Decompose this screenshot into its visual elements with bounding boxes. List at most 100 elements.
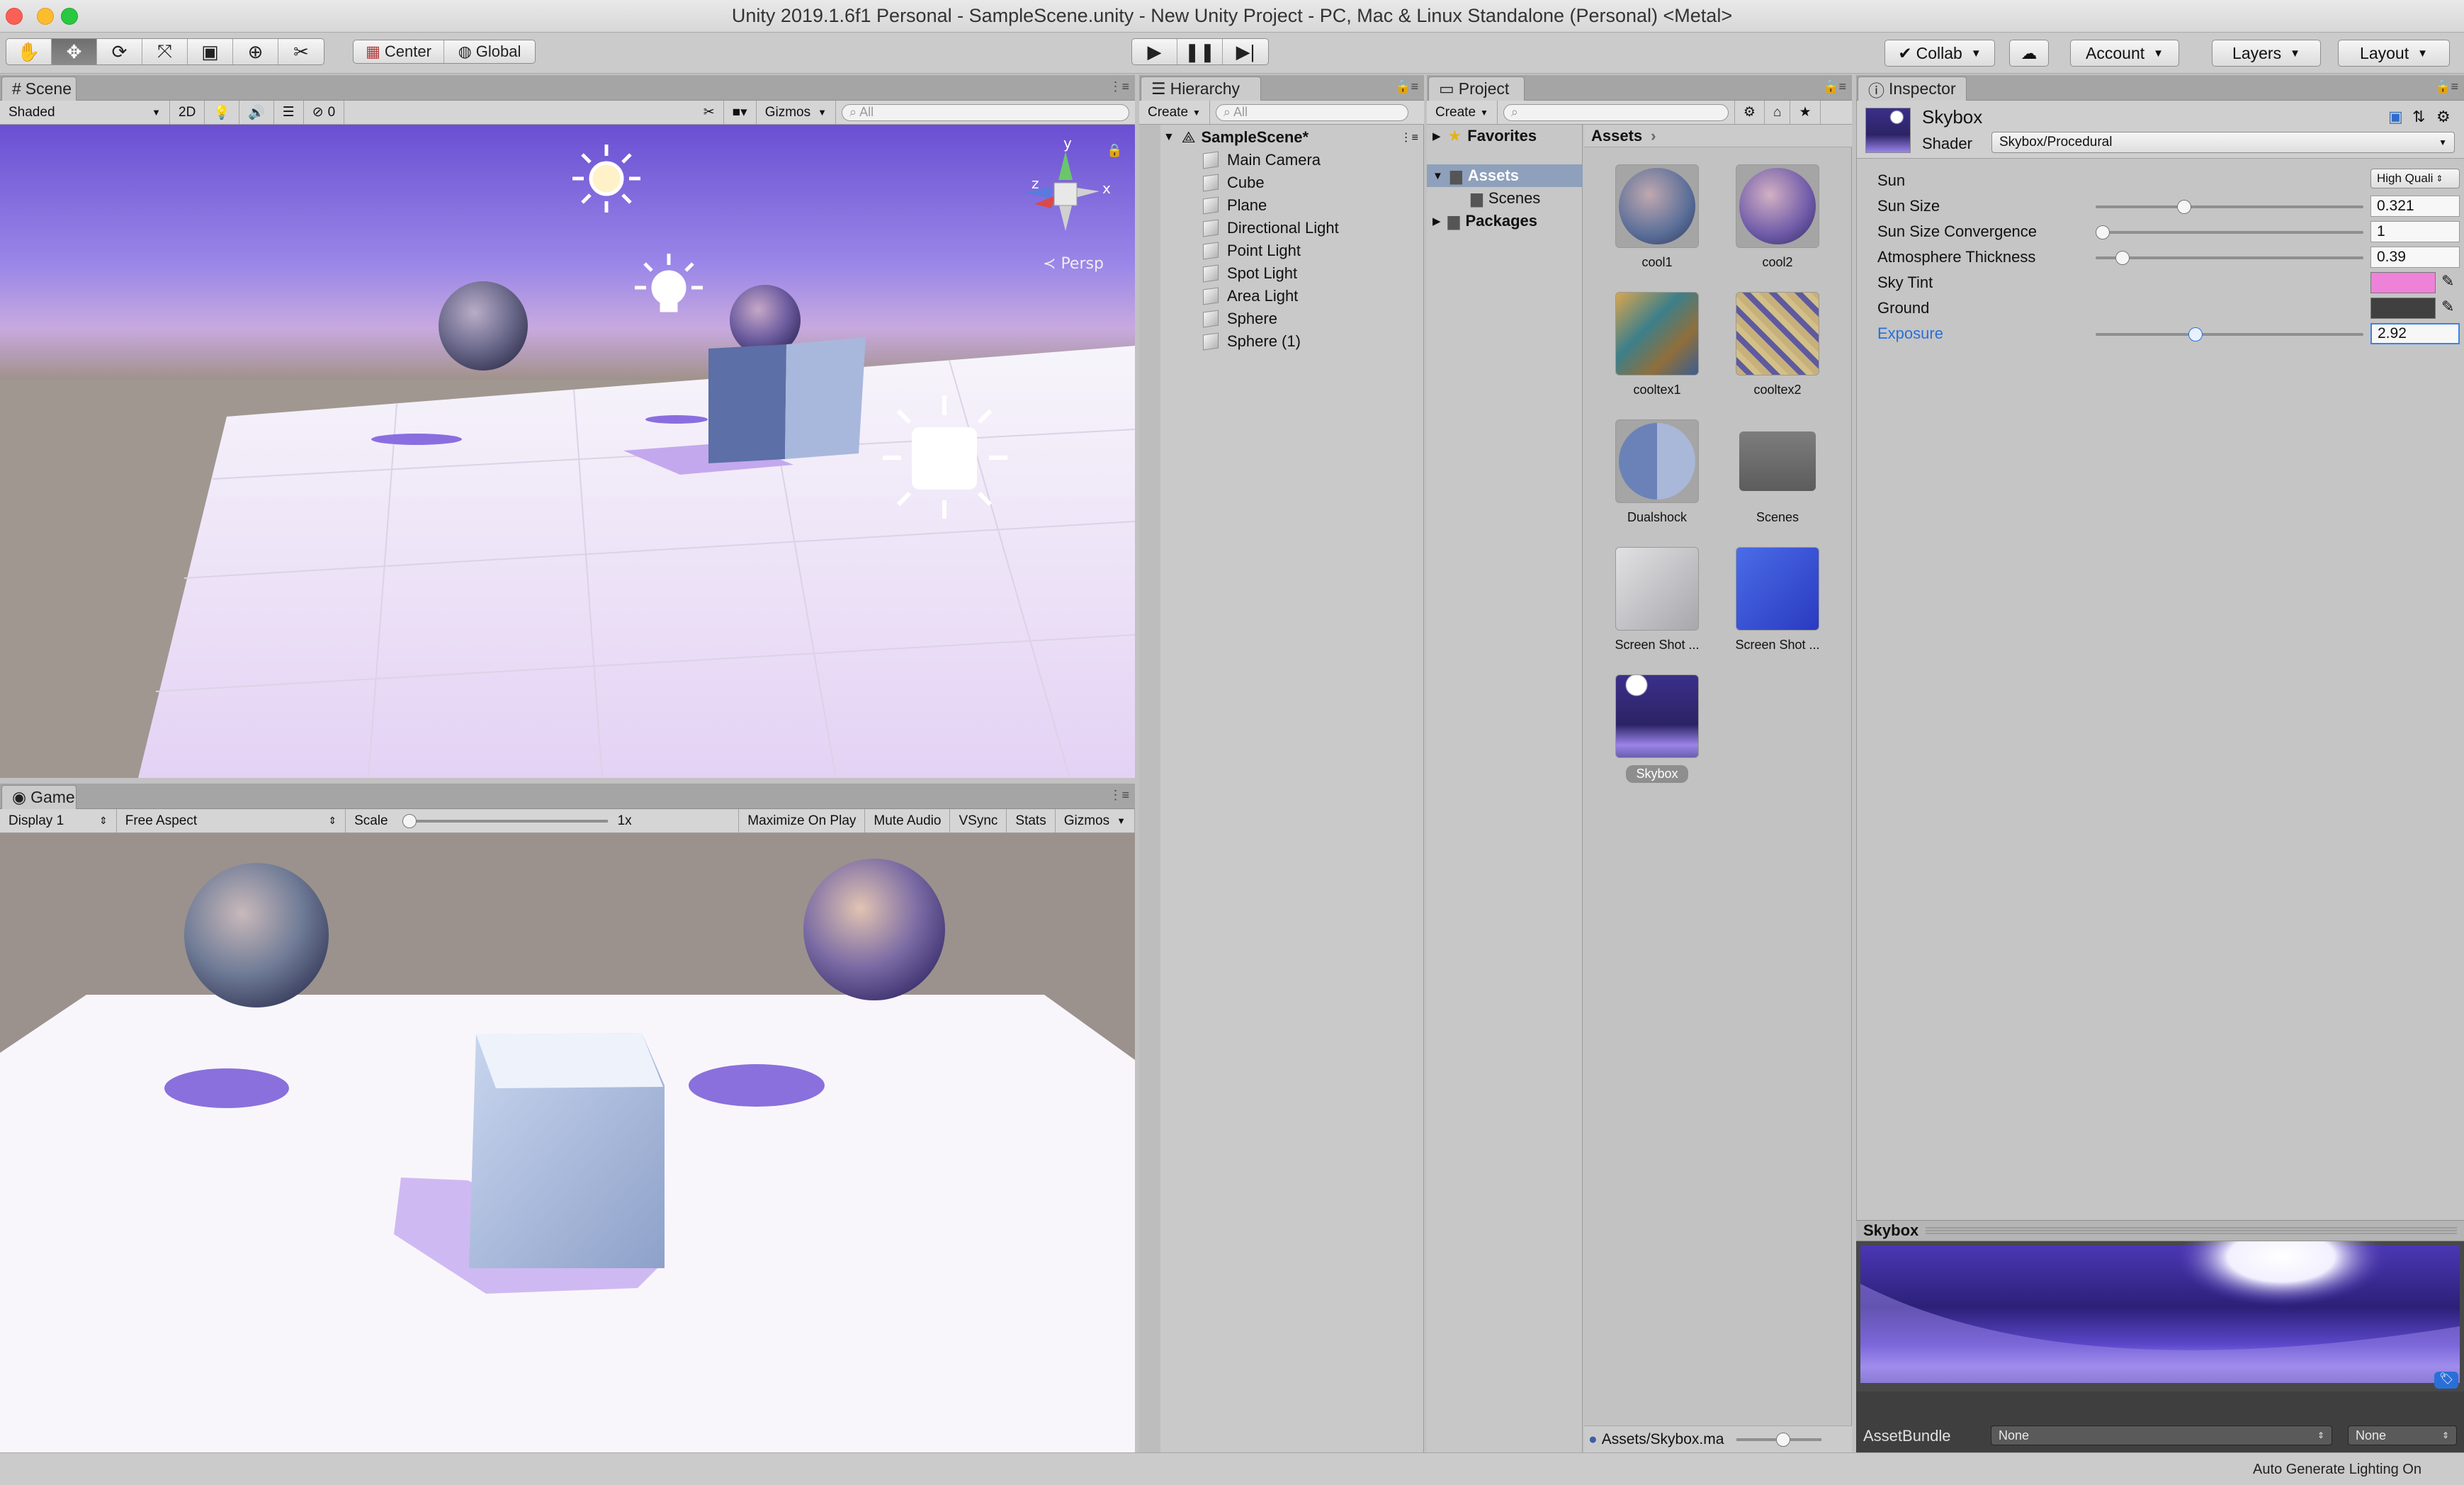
cloud-button[interactable]: ☁ (2009, 40, 2049, 67)
sun-size-convergence-field[interactable]: 1 (2370, 221, 2460, 242)
audio-toggle-icon[interactable]: 🔊 (239, 101, 274, 124)
account-dropdown[interactable]: Account ▼ (2070, 40, 2179, 67)
layout-dropdown[interactable]: Layout ▼ (2338, 40, 2450, 67)
lighting-toggle-icon[interactable]: 💡 (205, 101, 239, 124)
shader-dropdown[interactable]: Skybox/Procedural ▼ (1991, 132, 2455, 153)
display-dropdown[interactable]: Display 1 ⇕ (0, 809, 117, 832)
hierarchy-item-cube[interactable]: Cube (1203, 171, 1265, 194)
exposure-slider[interactable] (2096, 327, 2363, 341)
sun-size-convergence-slider[interactable] (2096, 225, 2363, 239)
tree-assets[interactable]: ▼ ▆ Assets (1427, 164, 1583, 187)
filter-by-type-icon[interactable]: ⚙ (1734, 101, 1765, 124)
panel-menu-icon[interactable]: ⋮≡ (1109, 788, 1129, 803)
atmosphere-thickness-slider[interactable] (2096, 251, 2363, 265)
atmosphere-thickness-field[interactable]: 0.39 (2370, 247, 2460, 268)
hierarchy-item-sphere[interactable]: Sphere (1203, 307, 1277, 330)
asset-cooltex1[interactable]: cooltex1 (1604, 292, 1710, 397)
projection-label[interactable]: ≺ Persp (1043, 255, 1104, 273)
atmosphere-thickness-knob[interactable] (2115, 251, 2130, 265)
breadcrumb-assets[interactable]: Assets (1591, 127, 1642, 145)
tree-packages[interactable]: ▶ ▆ Packages (1432, 210, 1537, 232)
project-search-input[interactable]: ⌕ (1503, 103, 1729, 121)
pivot-global-button[interactable]: ◍ Global (444, 40, 535, 63)
asset-cool1[interactable]: cool1 (1604, 164, 1710, 270)
hierarchy-item-area-light[interactable]: Area Light (1203, 285, 1298, 307)
stats-toggle[interactable]: Stats (1007, 809, 1056, 832)
panel-menu-icon[interactable]: ⋮≡ (1109, 79, 1129, 94)
scene-menu-icon[interactable]: ⋮≡ (1401, 130, 1418, 145)
hierarchy-item-sphere-1[interactable]: Sphere (1) (1203, 330, 1301, 353)
hierarchy-item-point-light[interactable]: Point Light (1203, 239, 1301, 262)
asset-skybox[interactable]: Skybox (1604, 674, 1710, 783)
shading-mode-dropdown[interactable]: Shaded ▼ (0, 101, 170, 124)
thumbnail-size-slider[interactable] (1736, 1432, 1821, 1447)
hierarchy-item-directional-light[interactable]: Directional Light (1203, 217, 1339, 239)
hierarchy-item-main-camera[interactable]: Main Camera (1203, 149, 1321, 171)
asset-dualshock[interactable]: Dualshock (1604, 419, 1710, 525)
lock-and-menu-icon[interactable]: 🔒≡ (2435, 79, 2458, 94)
exposure-slider-knob[interactable] (2188, 327, 2203, 341)
tab-scene[interactable]: # Scene (1, 77, 77, 101)
mute-audio-toggle[interactable]: Mute Audio (865, 809, 951, 832)
hidden-objects-toggle[interactable]: ⊘ 0 (304, 101, 345, 124)
close-window-button[interactable] (6, 8, 23, 25)
tab-inspector[interactable]: ⓘ Inspector (1858, 77, 1967, 101)
hierarchy-item-plane[interactable]: Plane (1203, 194, 1267, 217)
pivot-center-button[interactable]: ▦ Center (354, 40, 444, 63)
lock-and-menu-icon[interactable]: 🔒≡ (1395, 79, 1418, 94)
asset-cool2[interactable]: cool2 (1724, 164, 1831, 270)
drag-handle[interactable] (1926, 1227, 2457, 1234)
scale-tool-icon[interactable]: ⤧ (142, 39, 188, 64)
assetbundle-dropdown[interactable]: None ⇕ (1991, 1425, 2332, 1445)
hand-tool-icon[interactable]: ✋ (6, 39, 52, 64)
layers-dropdown[interactable]: Layers ▼ (2212, 40, 2321, 67)
hierarchy-search-input[interactable]: ⌕ All (1215, 103, 1408, 121)
label-tag-icon[interactable]: 🏷 (2434, 1372, 2458, 1389)
tree-scenes[interactable]: ▆ Scenes (1471, 187, 1540, 210)
preset-icon[interactable]: ⇅ (2412, 108, 2425, 126)
asset-screenshot-1[interactable]: Screen Shot ... (1604, 547, 1710, 653)
sun-size-field[interactable]: 0.321 (2370, 196, 2460, 217)
asset-scenes-folder[interactable]: Scenes (1724, 419, 1831, 525)
sun-quality-dropdown[interactable]: High Quali ⇕ (2370, 169, 2460, 188)
step-button[interactable]: ▶| (1223, 39, 1268, 64)
rect-tool-icon[interactable]: ▣ (188, 39, 233, 64)
ground-color-swatch[interactable] (2370, 298, 2436, 319)
hierarchy-create-button[interactable]: Create ▼ (1139, 101, 1210, 124)
favorite-star-icon[interactable]: ★ (1790, 101, 1821, 124)
scale-slider-knob[interactable] (402, 813, 417, 828)
gizmos-dropdown[interactable]: Gizmos ▼ (757, 101, 836, 124)
scene-root-item[interactable]: ▼ ⟁ SampleScene* ⋮≡ (1163, 126, 1418, 149)
gear-icon[interactable]: ⚙ (2436, 108, 2451, 126)
skybox-preview[interactable]: 🏷 (1856, 1207, 2464, 1391)
scene-search-input[interactable]: ⌕ All (842, 103, 1129, 121)
project-create-button[interactable]: Create ▼ (1427, 101, 1498, 124)
maximize-on-play-toggle[interactable]: Maximize On Play (739, 809, 866, 832)
assetbundle-variant-dropdown[interactable]: None ⇕ (2348, 1425, 2457, 1445)
camera-settings-icon[interactable]: ■▾ (724, 101, 757, 124)
tab-game[interactable]: ◉ Game (1, 785, 77, 809)
exposure-field[interactable]: 2.92 (2370, 323, 2460, 344)
eyedropper-icon[interactable]: ✎ (2441, 272, 2454, 290)
move-tool-icon[interactable]: ✥ (52, 39, 97, 64)
play-button[interactable]: ▶ (1132, 39, 1177, 64)
collab-button[interactable]: ✔ Collab ▼ (1884, 40, 1995, 67)
sky-tint-color-swatch[interactable] (2370, 272, 2436, 293)
filter-by-label-icon[interactable]: ⌂ (1765, 101, 1791, 124)
aspect-dropdown[interactable]: Free Aspect ⇕ (117, 809, 346, 832)
game-gizmos-dropdown[interactable]: Gizmos ▼ (1056, 809, 1135, 832)
scale-slider[interactable] (402, 813, 608, 828)
minimize-window-button[interactable] (37, 8, 54, 25)
lock-and-menu-icon[interactable]: 🔒≡ (1823, 79, 1846, 94)
pause-button[interactable]: ❚❚ (1177, 39, 1223, 64)
rotate-tool-icon[interactable]: ⟳ (97, 39, 142, 64)
preview-header[interactable]: Skybox (1856, 1220, 2464, 1241)
maximize-window-button[interactable] (61, 8, 78, 25)
lock-icon[interactable]: 🔒 (1107, 143, 1122, 158)
tab-project[interactable]: ▭ Project (1428, 77, 1525, 101)
game-viewport[interactable] (0, 833, 1135, 1452)
sun-size-slider[interactable] (2096, 200, 2363, 214)
help-icon[interactable]: ▣ (2388, 108, 2403, 126)
sun-size-slider-knob[interactable] (2176, 200, 2191, 214)
asset-cooltex2[interactable]: cooltex2 (1724, 292, 1831, 397)
